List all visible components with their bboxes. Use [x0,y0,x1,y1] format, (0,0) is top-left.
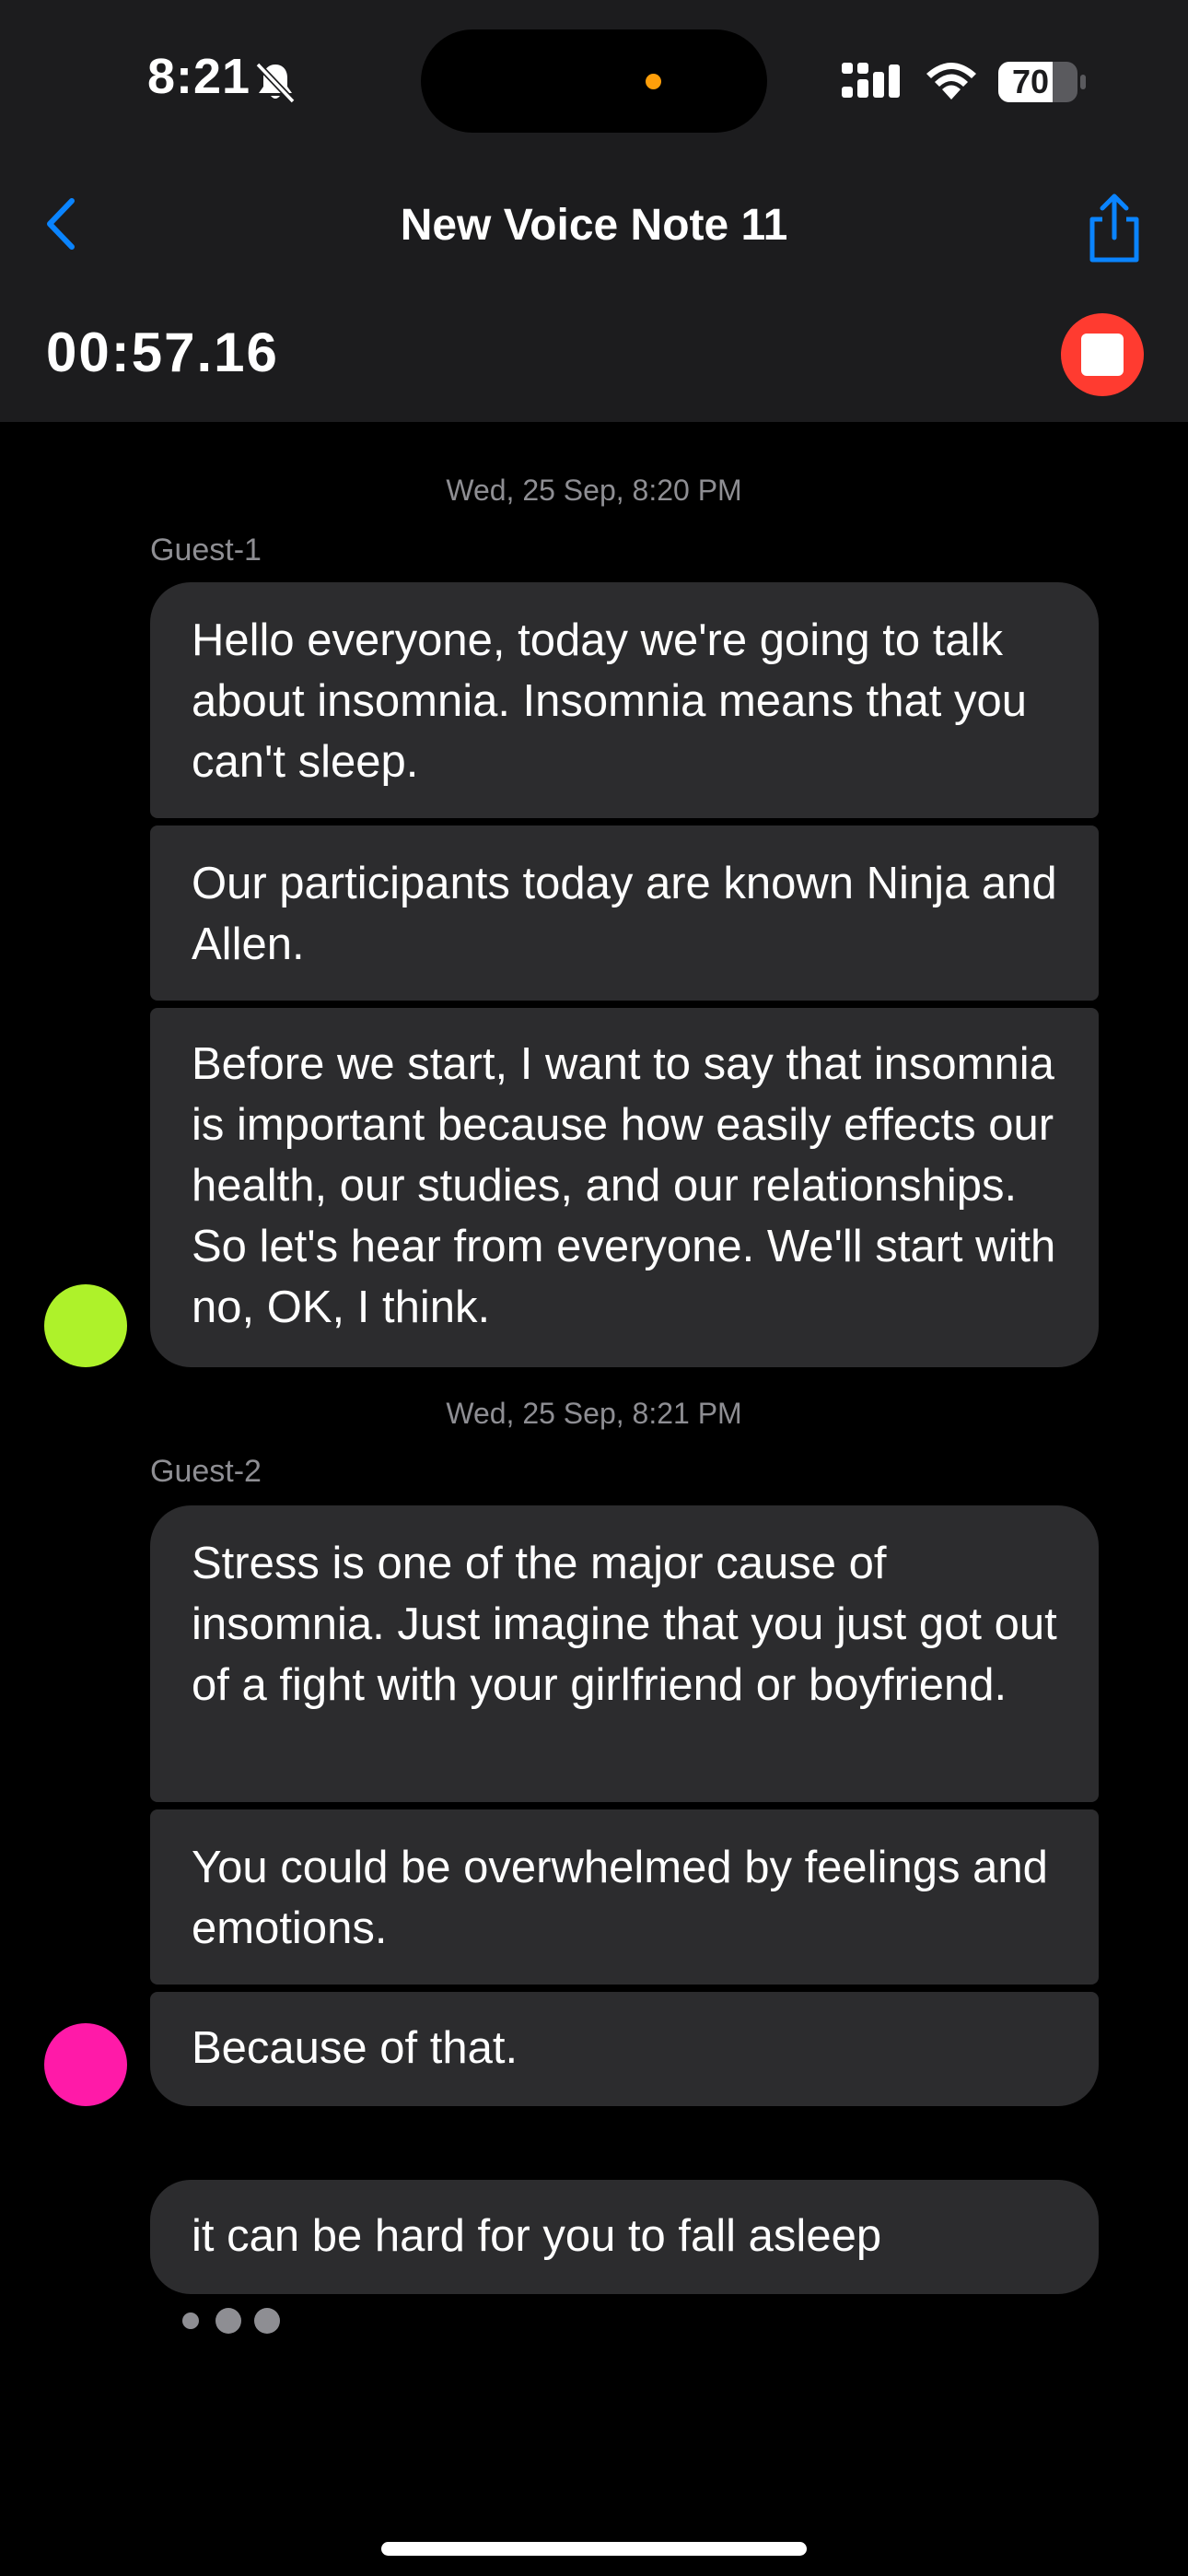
transcript-text: Before we start, I want to say that inso… [192,1039,1056,1332]
transcript-text: Stress is one of the major cause of inso… [192,1539,1057,1710]
status-bar: 8:21 70 [0,0,1188,166]
signal-icon [842,63,900,98]
avatar [44,1284,127,1367]
typing-dot [182,2313,199,2329]
transcript-bubble[interactable]: Our participants today are known Ninja a… [150,825,1099,1001]
transcript-bubble[interactable]: Stress is one of the major cause of inso… [150,1505,1099,1802]
speaker-name: Guest-2 [150,1454,262,1489]
bell-slash-icon [255,62,296,104]
speaker-name: Guest-1 [150,533,262,568]
header: 8:21 70 New Voice Note 11 00:57.16 [0,0,1188,422]
wifi-icon [926,63,976,100]
live-transcript-bubble: it can be hard for you to fall asleep [150,2180,1099,2294]
transcript-text: Our participants today are known Ninja a… [192,859,1057,969]
avatar [44,2023,127,2106]
transcript-text: You could be overwhelmed by feelings and… [192,1843,1048,1953]
transcript-bubble[interactable]: Before we start, I want to say that inso… [150,1008,1099,1367]
transcript-text: Hello everyone, today we're going to tal… [192,615,1028,787]
privacy-indicator [646,74,661,89]
live-transcript-text: it can be hard for you to fall asleep [192,2211,882,2261]
transcript-bubble[interactable]: You could be overwhelmed by feelings and… [150,1809,1099,1985]
chevron-left-icon[interactable] [41,192,87,256]
dynamic-island [421,29,767,133]
battery-level: 70 [1011,63,1050,100]
typing-dot [254,2308,280,2334]
stop-recording-button[interactable] [1061,313,1144,396]
share-icon[interactable] [1083,192,1146,263]
typing-dot [215,2308,241,2334]
transcript-bubble[interactable]: Because of that. [150,1992,1099,2106]
recording-timer: 00:57.16 [46,322,279,383]
message-timestamp: Wed, 25 Sep, 8:21 PM [446,1397,742,1430]
transcript-text: Because of that. [192,2023,518,2073]
page-title: New Voice Note 11 [400,201,788,250]
transcript-bubble[interactable]: Hello everyone, today we're going to tal… [150,582,1099,818]
message-timestamp: Wed, 25 Sep, 8:20 PM [446,474,742,507]
stop-icon [1081,334,1124,376]
status-time: 8:21 [147,49,251,104]
home-indicator[interactable] [381,2542,807,2556]
